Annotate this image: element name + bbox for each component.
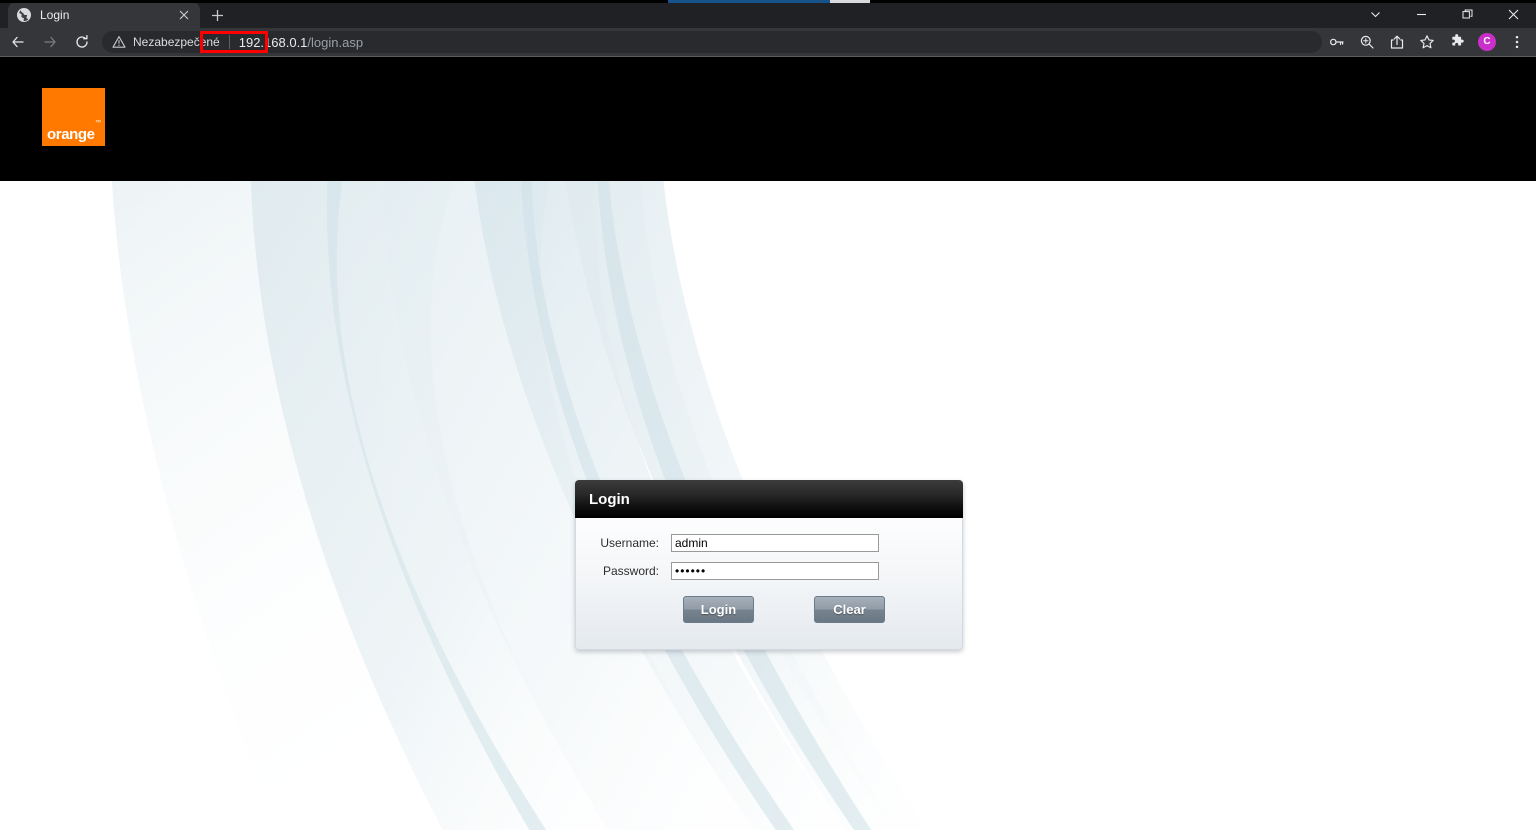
minimize-icon[interactable] [1398,0,1444,28]
tab-strip: Login [0,0,1536,28]
username-input[interactable] [671,534,879,552]
back-arrow-icon[interactable] [4,28,32,56]
background-window-sliver [0,0,1536,3]
browser-tab[interactable]: Login [8,2,200,28]
background-window-sliver-blue [668,0,830,3]
site-header: orange ™ [0,57,1536,181]
password-label: Password: [602,564,659,578]
address-bar[interactable]: Nezabezpečené 192.168.0.1/login.asp [102,31,1322,53]
login-panel: Login Username: Password: Login Clear [575,480,963,650]
new-tab-button[interactable] [206,4,228,26]
toolbar-icon-group: C [1322,28,1536,56]
zoom-icon[interactable] [1353,28,1381,56]
password-input[interactable] [671,562,879,580]
address-bar-host: 192.168.0.1 [238,34,308,50]
security-status-text: Nezabezpečené [133,35,220,49]
close-icon[interactable] [176,7,192,23]
clear-button[interactable]: Clear [814,596,885,623]
bookmark-star-icon[interactable] [1413,28,1441,56]
orange-logo-text: orange [47,126,95,143]
page-body: Login Username: Password: Login Clear [0,181,1536,830]
username-row: Username: [576,534,962,552]
tab-title: Login [40,8,70,22]
background-window-sliver-light [830,0,870,3]
login-panel-header: Login [575,480,963,518]
extensions-puzzle-icon[interactable] [1443,28,1471,56]
address-bar-path: /login.asp [307,34,364,50]
forward-arrow-icon [36,28,64,56]
login-button[interactable]: Login [683,596,754,623]
warning-triangle-icon [112,35,126,49]
chevron-down-icon[interactable] [1352,0,1398,28]
profile-initial: C [1478,33,1496,51]
chrome-menu-icon[interactable] [1503,28,1531,56]
window-controls [1352,0,1536,28]
password-key-icon[interactable] [1323,28,1351,56]
login-form: Username: Password: Login Clear [575,518,963,650]
password-row: Password: [576,562,962,580]
page-viewport: orange ™ Login Username: admin Password:… [0,57,1536,830]
page-title: Login [589,490,630,508]
browser-window: Login Nezabezpečené 192.168.0.1/login.as… [0,0,1536,830]
globe-icon [16,7,32,23]
restore-icon[interactable] [1444,0,1490,28]
browser-toolbar: Nezabezpečené 192.168.0.1/login.asp C [0,28,1536,56]
reload-icon[interactable] [68,28,96,56]
profile-avatar[interactable]: C [1473,28,1501,56]
close-icon[interactable] [1490,0,1536,28]
orange-logo: orange ™ [42,88,105,146]
trademark-icon: ™ [95,120,101,126]
address-bar-url: 192.168.0.1/login.asp [239,35,363,50]
omnibox-separator [228,35,230,49]
login-button-row: Login Clear [576,596,962,623]
share-icon[interactable] [1383,28,1411,56]
username-label: Username: [600,536,659,550]
